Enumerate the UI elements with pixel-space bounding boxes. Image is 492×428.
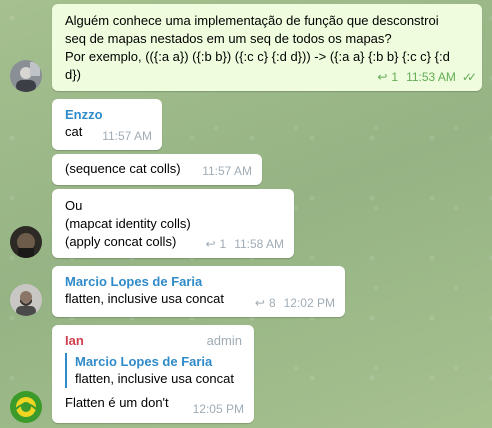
message-line: seq de mapas nestados em um seq de todos… — [65, 31, 392, 46]
avatar-self[interactable] — [10, 60, 42, 92]
message-time: 11:53 AM — [406, 70, 456, 84]
message-line: Alguém conhece uma implementação de funç… — [65, 13, 439, 28]
message-bubble[interactable]: Ou (mapcat identity colls) (apply concat… — [52, 189, 294, 258]
message-line: Por exemplo, (({:a a}) ({:b b}) ({:c c} … — [65, 49, 450, 64]
message-meta: 12:05 PM — [193, 400, 244, 418]
message-time: 12:02 PM — [283, 296, 335, 310]
avatar-marcio[interactable] — [10, 284, 42, 316]
message-bubble[interactable]: Alguém conhece uma implementação de funç… — [52, 4, 482, 91]
reply-count[interactable]: 8 — [269, 294, 276, 312]
double-check-icon: ✓✓ — [461, 70, 477, 84]
sender-name[interactable]: Marcio Lopes de Faria — [65, 273, 335, 290]
reply-count[interactable]: 1 — [220, 235, 227, 253]
message-time: 11:57 AM — [202, 164, 252, 178]
message-meta: ↩ 8 12:02 PM — [255, 294, 335, 312]
quote-sender-name: Marcio Lopes de Faria — [75, 354, 213, 369]
message-meta: ↩ 1 11:53 AM ✓✓ — [377, 68, 477, 86]
message-time: 11:57 AM — [102, 129, 152, 143]
avatar-ian[interactable] — [10, 391, 42, 423]
reply-arrow-icon[interactable]: ↩ — [255, 294, 265, 312]
reply-arrow-icon[interactable]: ↩ — [205, 235, 215, 253]
reply-quote[interactable]: Marcio Lopes de Faria flatten, inclusive… — [65, 353, 244, 388]
message-time: 11:58 AM — [234, 237, 284, 251]
message-bubble[interactable]: (sequence cat colls) 11:57 AM — [52, 154, 262, 185]
quote-text: flatten, inclusive usa concat — [75, 371, 234, 386]
message-bubble[interactable]: Enzzo cat 11:57 AM — [52, 99, 162, 150]
message-meta: 11:57 AM — [102, 127, 152, 145]
reply-count[interactable]: 1 — [391, 68, 398, 86]
avatar-enzzo[interactable] — [10, 226, 42, 258]
message-meta: ↩ 1 11:58 AM — [205, 235, 284, 253]
message-line: Ou — [65, 198, 83, 213]
admin-badge: admin — [206, 333, 242, 348]
reply-arrow-icon[interactable]: ↩ — [377, 68, 387, 86]
message-bubble[interactable]: Ian admin Marcio Lopes de Faria flatten,… — [52, 325, 254, 423]
message-time: 12:05 PM — [192, 402, 244, 416]
message-meta: 11:57 AM — [202, 162, 252, 180]
sender-name[interactable]: Enzzo — [65, 106, 152, 123]
message-line: (mapcat identity colls) — [65, 216, 191, 231]
message-bubble[interactable]: Marcio Lopes de Faria flatten, inclusive… — [52, 266, 345, 317]
